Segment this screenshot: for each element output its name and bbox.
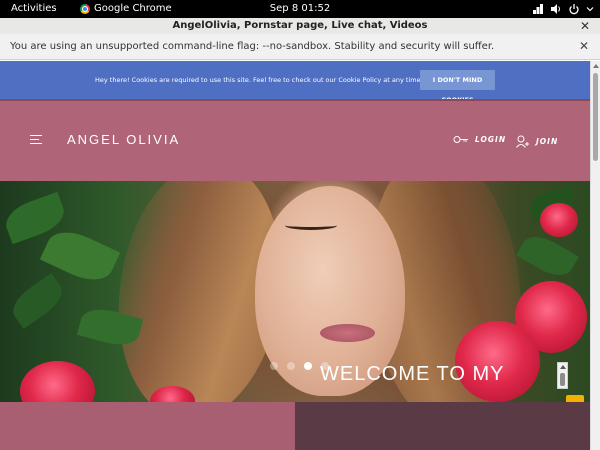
welcome-panel-scrollbar[interactable] xyxy=(557,362,568,389)
add-user-icon xyxy=(516,135,529,148)
hero-image-lips xyxy=(320,324,375,342)
page-scrollbar[interactable] xyxy=(590,61,600,450)
scroll-thumb[interactable] xyxy=(593,73,598,161)
site-header: ANGEL OLIVIA LOGIN JOIN xyxy=(0,99,590,181)
infobar-close-button[interactable]: ✕ xyxy=(579,40,589,52)
chevron-down-icon xyxy=(586,7,594,12)
hero-image-rose xyxy=(20,361,95,402)
app-name: Google Chrome xyxy=(94,3,172,14)
page-viewport: Hey there! Cookies are required to use t… xyxy=(0,61,590,450)
app-menu[interactable]: Google Chrome xyxy=(80,3,172,14)
site-brand[interactable]: ANGEL OLIVIA xyxy=(67,132,180,147)
network-icon xyxy=(533,4,543,14)
activities-button[interactable]: Activities xyxy=(11,3,57,14)
join-link[interactable]: JOIN xyxy=(516,135,558,148)
hero-image-leaf xyxy=(6,272,69,330)
browser-infobar: You are using an unsupported command-lin… xyxy=(0,34,600,60)
gift-icon[interactable] xyxy=(566,395,584,402)
login-label: LOGIN xyxy=(475,135,507,144)
scroll-up-icon[interactable] xyxy=(560,365,566,369)
slider-dot-active[interactable] xyxy=(304,362,312,370)
menu-icon[interactable] xyxy=(30,135,42,144)
cookie-banner: Hey there! Cookies are required to use t… xyxy=(0,61,590,104)
system-top-bar: Activities Google Chrome Sep 8 01:52 xyxy=(0,0,600,18)
welcome-heading: WELCOME TO MY xyxy=(320,363,505,385)
join-label: JOIN xyxy=(536,137,559,146)
chrome-icon xyxy=(80,3,90,14)
content-right-panel xyxy=(295,402,590,450)
window-title-bar[interactable]: AngelOlivia, Pornstar page, Live chat, V… xyxy=(0,18,600,34)
hero-image-rose xyxy=(540,203,578,237)
volume-icon xyxy=(551,4,560,14)
close-icon: ✕ xyxy=(579,19,591,33)
key-icon xyxy=(453,136,468,143)
content-left-panel xyxy=(0,402,295,450)
slider-dot[interactable] xyxy=(287,362,295,370)
scroll-thumb[interactable] xyxy=(560,373,565,386)
infobar-message: You are using an unsupported command-lin… xyxy=(10,41,495,52)
hero-image-leaf xyxy=(516,229,579,283)
slider-dot[interactable] xyxy=(270,362,278,370)
accept-cookies-button[interactable]: I DON'T MIND COOKIES xyxy=(420,70,495,104)
close-icon: ✕ xyxy=(578,39,589,53)
power-icon xyxy=(569,4,579,15)
scroll-up-icon[interactable] xyxy=(593,64,599,68)
window-close-button[interactable]: ✕ xyxy=(578,19,592,33)
system-tray[interactable] xyxy=(532,2,594,16)
login-link[interactable]: LOGIN xyxy=(453,135,506,144)
cookie-banner-text: Hey there! Cookies are required to use t… xyxy=(95,76,423,84)
hero-image-rose xyxy=(455,321,540,402)
window-title: AngelOlivia, Pornstar page, Live chat, V… xyxy=(172,20,428,31)
hero-image-eye xyxy=(285,221,337,230)
